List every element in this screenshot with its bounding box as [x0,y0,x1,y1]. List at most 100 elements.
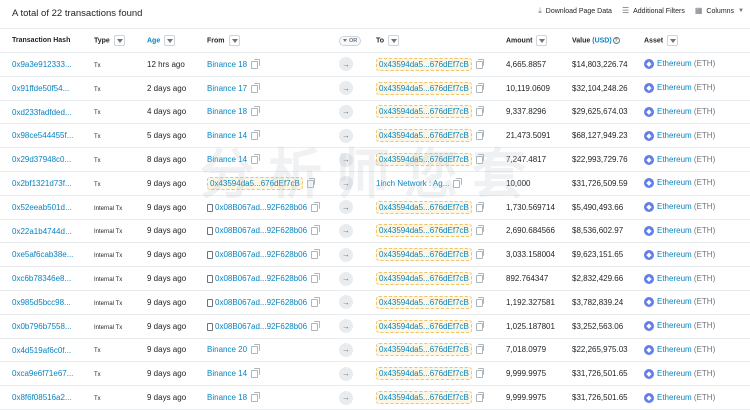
copy-icon[interactable] [475,344,485,355]
copy-icon[interactable] [311,296,320,307]
copy-icon[interactable] [475,82,485,93]
asset-link[interactable]: Ethereum [657,60,692,69]
transaction-hash-link[interactable]: 0xe5af6cab38e... [12,250,73,259]
transaction-hash-link[interactable]: 0x52eeab501d... [12,203,72,212]
copy-icon[interactable] [475,153,485,164]
highlighted-address-link[interactable]: 0x43594da5...676dEf7cB [207,176,303,190]
copy-icon[interactable] [251,58,260,69]
transaction-hash-link[interactable]: 0x91ffde50f54... [12,84,69,93]
copy-icon[interactable] [475,249,485,260]
copy-icon[interactable] [475,296,485,307]
copy-icon[interactable] [311,225,320,236]
copy-icon[interactable] [251,130,260,141]
copy-icon[interactable] [475,58,485,69]
columns-dropdown[interactable]: ▦ Columns ▼ [695,7,744,15]
copy-icon[interactable] [475,320,485,331]
copy-icon[interactable] [475,225,485,236]
asset-link[interactable]: Ethereum [657,107,692,116]
address-link[interactable]: Binance 18 [207,60,247,69]
copy-icon[interactable] [311,201,320,212]
address-link[interactable]: 0x08B067ad...92F628b06 [215,322,307,331]
copy-icon[interactable] [475,368,485,379]
copy-icon[interactable] [475,272,485,283]
or-filter-toggle[interactable]: OR [339,35,362,46]
address-link[interactable]: 0x08B067ad...92F628b06 [215,298,307,307]
transaction-hash-link[interactable]: 0x985d5bcc98... [12,298,71,307]
asset-link[interactable]: Ethereum [657,297,692,306]
copy-icon[interactable] [475,391,485,402]
address-link[interactable]: Binance 17 [207,84,247,93]
address-link[interactable]: 0x08B067ad...92F628b06 [215,250,307,259]
asset-link[interactable]: Ethereum [657,250,692,259]
copy-icon[interactable] [475,130,485,141]
highlighted-address-link[interactable]: 0x43594da5...676dEf7cB [376,391,472,405]
asset-link[interactable]: Ethereum [657,393,692,402]
address-link[interactable]: 0x08B067ad...92F628b06 [215,203,307,212]
address-link[interactable]: 0x08B067ad...92F628b06 [215,274,307,283]
to-filter-icon[interactable] [388,35,400,46]
asset-link[interactable]: Ethereum [657,321,692,330]
highlighted-address-link[interactable]: 0x43594da5...676dEf7cB [376,248,472,262]
highlighted-address-link[interactable]: 0x43594da5...676dEf7cB [376,129,472,143]
transaction-hash-link[interactable]: 0x2bf1321d73f... [12,179,72,188]
asset-link[interactable]: Ethereum [657,202,692,211]
download-page-data-button[interactable]: ⤓ Download Page Data [538,7,612,15]
highlighted-address-link[interactable]: 0x43594da5...676dEf7cB [376,224,472,238]
asset-link[interactable]: Ethereum [657,131,692,140]
copy-icon[interactable] [251,368,260,379]
asset-link[interactable]: Ethereum [657,274,692,283]
copy-icon[interactable] [311,272,320,283]
asset-link[interactable]: Ethereum [657,345,692,354]
copy-icon[interactable] [251,391,260,402]
transaction-hash-link[interactable]: 0xca9e6f71e67... [12,369,73,378]
highlighted-address-link[interactable]: 0x43594da5...676dEf7cB [376,343,472,357]
col-age[interactable]: Age [135,28,195,53]
copy-icon[interactable] [311,249,320,260]
highlighted-address-link[interactable]: 0x43594da5...676dEf7cB [376,319,472,333]
address-link[interactable]: Binance 14 [207,155,247,164]
address-link[interactable]: 1inch Network : Ag... [376,179,449,188]
transaction-hash-link[interactable]: 0x8f6f08516a2... [12,393,72,402]
asset-link[interactable]: Ethereum [657,155,692,164]
highlighted-address-link[interactable]: 0x43594da5...676dEf7cB [376,153,472,167]
address-link[interactable]: Binance 14 [207,369,247,378]
address-link[interactable]: Binance 20 [207,345,247,354]
transaction-hash-link[interactable]: 0x4d519af6c0f... [12,346,71,355]
copy-icon[interactable] [251,82,260,93]
highlighted-address-link[interactable]: 0x43594da5...676dEf7cB [376,105,472,119]
additional-filters-button[interactable]: ☰ Additional Filters [622,7,685,15]
address-link[interactable]: Binance 18 [207,393,247,402]
highlighted-address-link[interactable]: 0x43594da5...676dEf7cB [376,200,472,214]
asset-link[interactable]: Ethereum [657,369,692,378]
usd-toggle[interactable]: (USD) [592,37,611,44]
copy-icon[interactable] [306,177,316,188]
asset-filter-icon[interactable] [667,35,679,46]
address-link[interactable]: Binance 18 [207,107,247,116]
help-icon[interactable]: ? [612,36,620,44]
copy-icon[interactable] [453,177,462,188]
copy-icon[interactable] [251,344,260,355]
asset-link[interactable]: Ethereum [657,178,692,187]
amount-filter-icon[interactable] [536,35,548,46]
transaction-hash-link[interactable]: 0x98ce544455f... [12,131,73,140]
type-filter-icon[interactable] [113,35,125,46]
address-link[interactable]: Binance 14 [207,131,247,140]
transaction-hash-link[interactable]: 0xd233fadfded... [12,108,72,117]
copy-icon[interactable] [251,106,260,117]
highlighted-address-link[interactable]: 0x43594da5...676dEf7cB [376,367,472,381]
address-link[interactable]: 0x08B067ad...92F628b06 [215,226,307,235]
copy-icon[interactable] [475,201,485,212]
highlighted-address-link[interactable]: 0x43594da5...676dEf7cB [376,57,472,71]
highlighted-address-link[interactable]: 0x43594da5...676dEf7cB [376,81,472,95]
transaction-hash-link[interactable]: 0x29d37948c0... [12,155,71,164]
copy-icon[interactable] [475,106,485,117]
highlighted-address-link[interactable]: 0x43594da5...676dEf7cB [376,295,472,309]
asset-link[interactable]: Ethereum [657,83,692,92]
copy-icon[interactable] [311,320,320,331]
transaction-hash-link[interactable]: 0x9a3e912333... [12,60,72,69]
age-filter-icon[interactable] [164,35,176,46]
copy-icon[interactable] [251,153,260,164]
from-filter-icon[interactable] [228,35,240,46]
transaction-hash-link[interactable]: 0xc6b78346e8... [12,274,71,283]
highlighted-address-link[interactable]: 0x43594da5...676dEf7cB [376,272,472,286]
